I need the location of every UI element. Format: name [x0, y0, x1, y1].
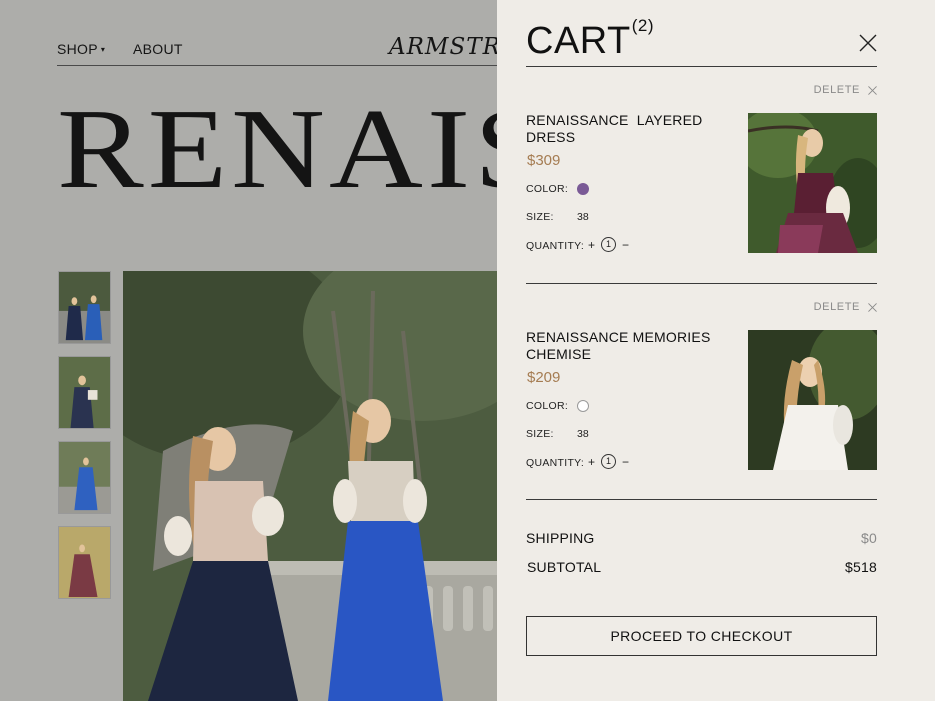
size-value: 38	[577, 211, 589, 223]
cart-item-count: (2)	[631, 16, 655, 35]
subtotal-value: $518	[845, 559, 877, 575]
quantity-increase-button[interactable]: +	[588, 238, 595, 252]
shipping-row: SHIPPING $0	[526, 530, 877, 546]
delete-label: DELETE	[813, 301, 860, 313]
quantity-label: QUANTITY:	[526, 457, 585, 469]
item-photo[interactable]	[748, 330, 877, 470]
delete-label: DELETE	[813, 84, 860, 96]
item-name[interactable]: RENAISSANCE MEMORIES CHEMISE	[526, 329, 726, 363]
quantity-increase-button[interactable]: +	[588, 455, 595, 469]
shipping-label: SHIPPING	[526, 530, 595, 546]
item-price: $309	[527, 152, 561, 169]
delete-item-button[interactable]: DELETE	[814, 84, 877, 96]
cart-title-text: CART	[526, 20, 631, 62]
subtotal-row: SUBTOTAL $518	[526, 559, 877, 575]
color-swatch	[577, 400, 589, 412]
color-swatch	[577, 183, 589, 195]
close-icon	[868, 302, 877, 312]
size-label: SIZE:	[526, 428, 554, 440]
color-label: COLOR:	[526, 400, 569, 412]
chevron-down-icon: ▾	[100, 45, 106, 54]
product-thumbnail[interactable]	[58, 271, 111, 344]
nav-about-link[interactable]: ABOUT	[133, 41, 183, 57]
shipping-value: $0	[861, 530, 877, 546]
close-icon	[859, 34, 877, 52]
proceed-to-checkout-button[interactable]: PROCEED TO CHECKOUT	[526, 616, 877, 656]
divider	[526, 283, 877, 284]
cart-title: CART(2)	[526, 17, 654, 62]
item-name[interactable]: RENAISSANCE LAYERED DRESS	[526, 112, 726, 146]
product-thumbnail[interactable]	[58, 356, 111, 429]
delete-item-button[interactable]: DELETE	[814, 301, 877, 313]
cart-item: DELETE RENAISSANCE MEMORIES CHEMISE $209…	[526, 301, 877, 501]
cart-item: DELETE RENAISSANCE LAYERED DRESS $309 CO…	[526, 84, 877, 284]
quantity-decrease-button[interactable]: −	[622, 238, 629, 252]
color-label: COLOR:	[526, 183, 569, 195]
product-thumbnails	[58, 271, 111, 611]
subtotal-label: SUBTOTAL	[527, 559, 602, 575]
item-photo[interactable]	[748, 113, 877, 253]
size-value: 38	[577, 428, 589, 440]
quantity-label: QUANTITY:	[526, 240, 585, 252]
product-thumbnail[interactable]	[58, 441, 111, 514]
nav-shop-menu[interactable]: SHOP ▾	[57, 41, 105, 57]
cart-drawer: CART(2) DELETE RENAISSANCE LAYERED DRESS…	[497, 0, 935, 701]
quantity-decrease-button[interactable]: −	[622, 455, 629, 469]
nav-shop-label: SHOP	[57, 41, 98, 57]
product-thumbnail[interactable]	[58, 526, 111, 599]
quantity-value: 1	[601, 454, 616, 469]
main-product-photo	[123, 271, 513, 701]
divider	[526, 66, 877, 67]
close-cart-button[interactable]	[859, 34, 877, 52]
divider	[526, 499, 877, 500]
quantity-value: 1	[601, 237, 616, 252]
item-price: $209	[527, 369, 561, 386]
size-label: SIZE:	[526, 211, 554, 223]
close-icon	[868, 85, 877, 95]
